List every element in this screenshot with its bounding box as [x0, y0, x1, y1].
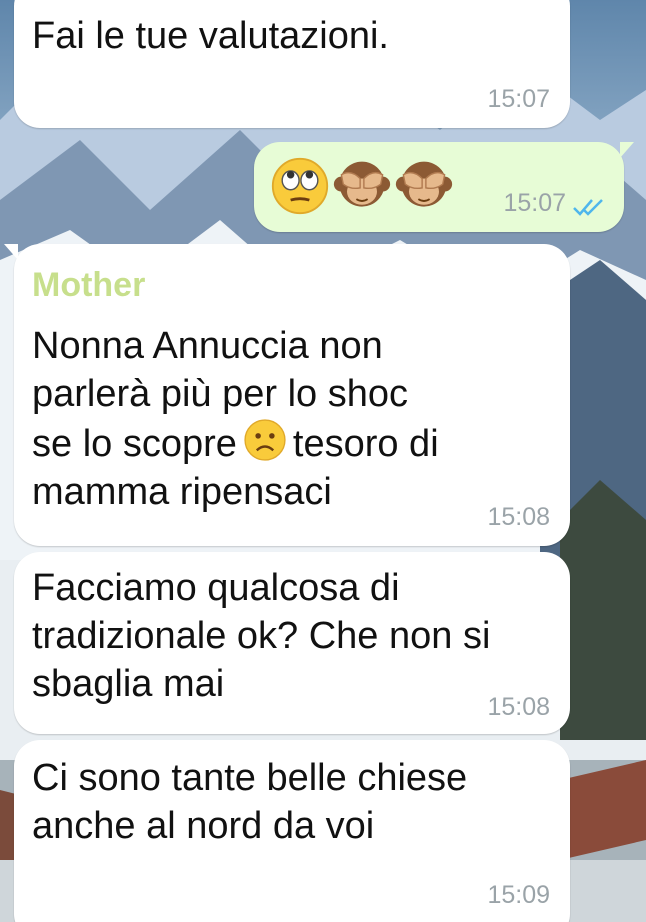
message-bubble-incoming[interactable]: Fai le tue valutazioni. 15:07: [14, 0, 570, 128]
bubble-tail: [620, 142, 634, 158]
message-text: Nonna Annuccia non parlerà più per lo sh…: [32, 322, 439, 516]
message-timestamp: 15:09: [487, 881, 550, 909]
message-bubble-incoming[interactable]: Ci sono tante belle chiese anche al nord…: [14, 740, 570, 922]
emoji-row: [270, 156, 454, 216]
bubble-tail: [4, 244, 18, 260]
frowning-face-icon: [244, 419, 286, 461]
message-timestamp: 15:07: [503, 189, 566, 217]
message-timestamp: 15:07: [487, 85, 550, 113]
message-bubble-incoming[interactable]: Mother Nonna Annuccia non parlerà più pe…: [4, 244, 570, 546]
face-with-rolling-eyes-icon: [271, 157, 329, 215]
message-text: Fai le tue valutazioni.: [32, 15, 389, 57]
sender-name: Mother: [32, 266, 146, 304]
see-no-evil-monkey-icon: [333, 161, 391, 207]
read-receipt-icon: [573, 199, 603, 216]
message-text: Facciamo qualcosa di tradizionale ok? Ch…: [32, 567, 491, 705]
see-no-evil-monkey-icon: [395, 161, 453, 207]
message-timestamp: 15:08: [487, 693, 550, 721]
message-bubble-incoming[interactable]: Facciamo qualcosa di tradizionale ok? Ch…: [14, 552, 570, 734]
message-bubble-outgoing[interactable]: 15:07: [254, 142, 634, 232]
message-text: Ci sono tante belle chiese anche al nord…: [32, 757, 468, 847]
message-timestamp: 15:08: [487, 503, 550, 531]
